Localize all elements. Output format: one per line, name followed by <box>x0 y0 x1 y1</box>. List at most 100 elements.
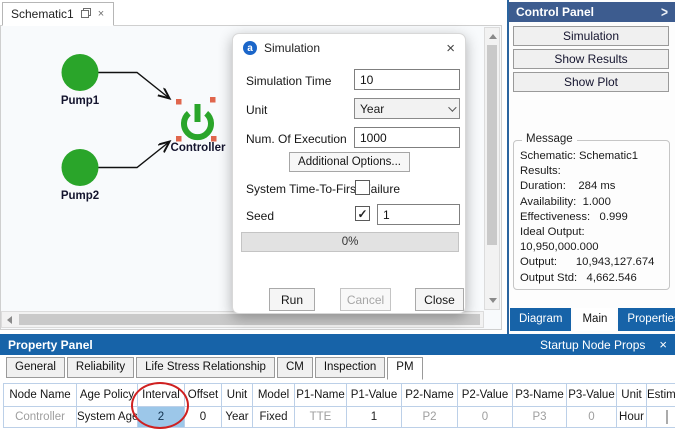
num-execution-input[interactable] <box>354 127 460 148</box>
tab-diagram[interactable]: Diagram <box>510 308 572 331</box>
connector-pump1-controller[interactable] <box>98 71 169 99</box>
show-plot-button[interactable]: Show Plot <box>513 72 669 92</box>
message-line: Availability: 1.000 <box>520 195 611 208</box>
controller-label: Controller <box>171 142 226 154</box>
show-results-button[interactable]: Show Results <box>513 49 669 69</box>
selection-handle[interactable] <box>176 99 182 105</box>
tab-reliability[interactable]: Reliability <box>66 357 135 378</box>
progress-percent-label: 0% <box>341 236 359 248</box>
message-line: 10,950,000.000 <box>520 241 599 254</box>
property-panel: Property Panel Startup Node Props × Gene… <box>0 334 675 430</box>
additional-options-button[interactable]: Additional Options... <box>289 152 410 172</box>
message-line: Schematic: Schematic1 <box>520 150 639 162</box>
control-panel: Control Panel > Simulation Show Results … <box>507 0 675 334</box>
table-cell-p2-value[interactable]: 0 <box>458 407 513 428</box>
dialog-close-icon[interactable]: × <box>446 41 455 56</box>
estimation-button[interactable] <box>665 410 668 424</box>
property-panel-tabs: General Reliability Life Stress Relation… <box>6 357 425 380</box>
scroll-up-icon[interactable] <box>489 34 497 39</box>
table-cell-p2-name[interactable]: P2 <box>402 407 458 428</box>
simulation-time-input[interactable] <box>354 69 460 90</box>
table-cell-age-policy[interactable]: System Age <box>77 407 138 428</box>
seed-label: Seed <box>246 209 275 223</box>
tab-pm[interactable]: PM <box>387 357 423 380</box>
column-header: P1-Value <box>347 383 402 407</box>
connector-pump2-controller[interactable] <box>98 142 169 169</box>
unit-select[interactable]: Year <box>354 98 460 119</box>
table-row: Controller System Age 2 0 Year Fixed TTE… <box>3 407 675 428</box>
horizontal-scrollbar-thumb[interactable] <box>19 314 480 325</box>
float-window-icon[interactable] <box>80 7 91 21</box>
seed-input[interactable] <box>377 204 460 225</box>
table-cell-node-name[interactable]: Controller <box>3 407 77 428</box>
node-controller-power-icon[interactable] <box>181 104 214 141</box>
simulation-time-label: Simulation Time <box>246 74 332 88</box>
collapse-chevron-icon[interactable]: > <box>661 3 668 21</box>
unit-select-value: Year <box>360 101 385 116</box>
schematic-tab-label: Schematic1 <box>11 7 74 21</box>
column-header: P2-Name <box>402 383 458 407</box>
vertical-scrollbar[interactable] <box>484 27 500 310</box>
schematic-document-tab[interactable]: Schematic1 × <box>2 2 114 26</box>
node-pump2[interactable] <box>61 149 99 186</box>
pump1-label: Pump1 <box>61 95 100 107</box>
column-header: Offset <box>185 383 222 407</box>
message-line: Results: <box>520 165 561 178</box>
tab-cm[interactable]: CM <box>276 357 313 378</box>
sttff-checkbox[interactable] <box>355 180 370 195</box>
scroll-left-icon[interactable] <box>7 316 12 324</box>
simulation-dialog: a Simulation × Simulation Time Unit Year… <box>232 33 466 314</box>
selection-handle[interactable] <box>211 136 217 142</box>
column-header: Estimation <box>647 383 675 407</box>
dialog-title: Simulation <box>264 41 321 55</box>
table-cell-p3-name[interactable]: P3 <box>513 407 567 428</box>
tab-close-icon[interactable]: × <box>98 8 104 20</box>
close-button[interactable]: Close <box>415 288 464 311</box>
vertical-scrollbar-thumb[interactable] <box>487 45 497 245</box>
table-cell-unit2[interactable]: Hour <box>617 407 647 428</box>
column-header: P2-Value <box>458 383 513 407</box>
tab-general[interactable]: General <box>6 357 65 378</box>
table-cell-p1-value[interactable]: 1 <box>347 407 402 428</box>
application-window: Schematic1 × Pump1 Pump2 Controller Cont… <box>0 0 675 430</box>
chevron-down-icon <box>448 102 457 112</box>
property-panel-titlebar: Property Panel Startup Node Props × <box>0 334 675 355</box>
message-line: Output Std: 4,662.546 <box>520 271 637 284</box>
simulation-progress-bar: 0% <box>241 232 459 252</box>
right-panel-tabs: Diagram Main Properties <box>510 308 675 331</box>
message-line: Output: 10,943,127.674 <box>520 256 655 269</box>
message-legend: Message <box>522 133 577 145</box>
app-icon: a <box>243 41 257 55</box>
column-header: Model <box>253 383 295 407</box>
tab-properties[interactable]: Properties <box>618 308 675 331</box>
panel-close-icon[interactable]: × <box>659 338 667 351</box>
message-line: Effectiveness: 0.999 <box>520 210 628 223</box>
column-header: Node Name <box>3 383 77 407</box>
table-cell-p3-value[interactable]: 0 <box>567 407 617 428</box>
pump2-label: Pump2 <box>61 190 99 202</box>
startup-node-props-label: Startup Node Props <box>540 337 646 352</box>
red-highlight-ellipse <box>131 382 189 429</box>
tab-life-stress-relationship[interactable]: Life Stress Relationship <box>136 357 275 378</box>
run-button[interactable]: Run <box>269 288 315 311</box>
table-cell-offset[interactable]: 0 <box>185 407 222 428</box>
tab-inspection[interactable]: Inspection <box>314 357 386 378</box>
seed-checkbox[interactable]: ✓ <box>355 206 370 221</box>
node-pump1[interactable] <box>61 54 99 91</box>
message-line: Duration: 284 ms <box>520 180 616 193</box>
simulation-button[interactable]: Simulation <box>513 26 669 46</box>
selection-handle[interactable] <box>176 136 182 142</box>
cancel-button[interactable]: Cancel <box>340 288 391 311</box>
table-cell-unit[interactable]: Year <box>222 407 253 428</box>
table-cell-model[interactable]: Fixed <box>253 407 295 428</box>
tab-main[interactable]: Main <box>573 308 617 331</box>
num-execution-label: Num. Of Execution <box>246 132 347 146</box>
control-panel-header: Control Panel > <box>509 2 675 22</box>
table-cell-estimation[interactable] <box>647 407 675 428</box>
selection-handle[interactable] <box>210 97 216 103</box>
unit-label: Unit <box>246 103 268 117</box>
table-cell-p1-name[interactable]: TTE <box>295 407 347 428</box>
table-header-row: Node Name Age Policy Interval Offset Uni… <box>3 383 675 407</box>
dialog-titlebar[interactable]: a Simulation × <box>233 34 465 62</box>
scroll-down-icon[interactable] <box>489 298 497 303</box>
